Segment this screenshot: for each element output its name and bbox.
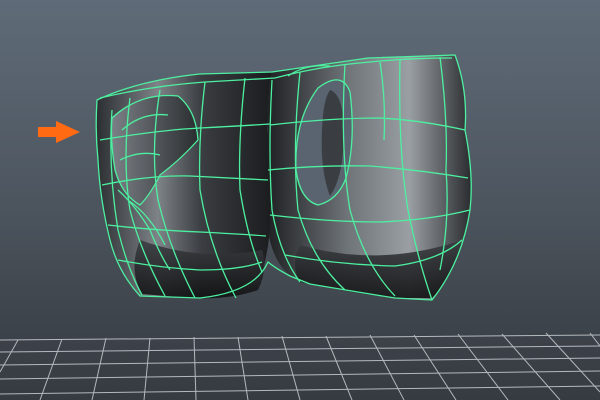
ground-grid bbox=[0, 332, 600, 400]
scene bbox=[0, 54, 600, 400]
viewport-3d[interactable] bbox=[0, 0, 600, 400]
mesh-object[interactable] bbox=[95, 54, 472, 301]
right-arrow-icon bbox=[38, 121, 80, 143]
